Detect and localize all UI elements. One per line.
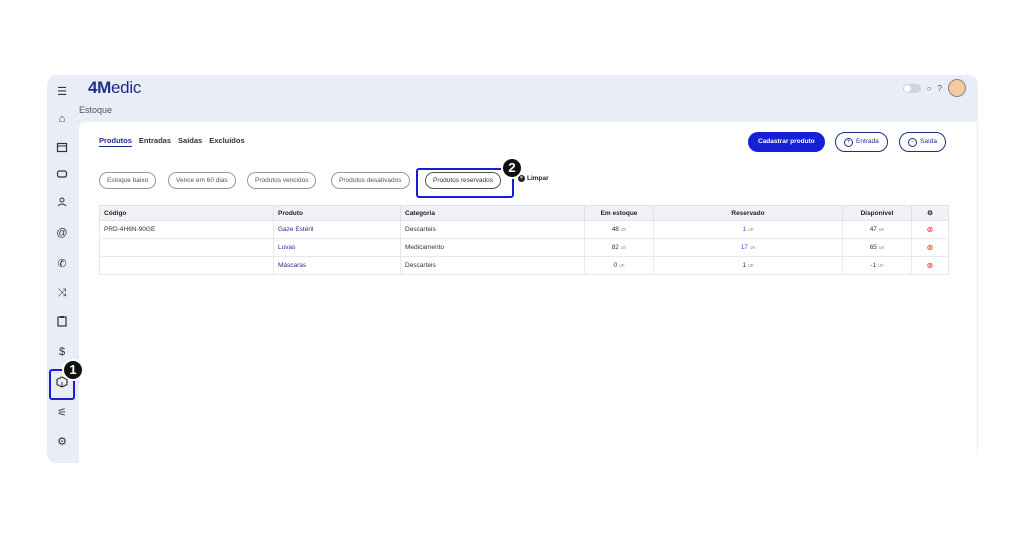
cell-product[interactable]: Luvas [273, 238, 401, 257]
col-code: Código [99, 205, 274, 221]
table-row[interactable]: PRD-4H6N-90GE Gaze Estéril Descarteis 48… [99, 220, 949, 239]
cell-available: 47 un [842, 220, 912, 239]
plus-icon: + [844, 137, 853, 147]
minus-icon: − [908, 137, 917, 147]
avatar[interactable] [948, 79, 966, 97]
cell-stock: 0 un [584, 256, 654, 275]
cell-action: ⊗ [911, 256, 949, 275]
clear-label: Limpar [527, 175, 549, 182]
cell-code [99, 238, 274, 257]
cell-stock: 82 un [584, 238, 654, 257]
cell-code: PRD-4H6N-90GE [99, 220, 274, 239]
tab-produtos[interactable]: Produtos [99, 136, 132, 147]
filter-deactivated[interactable]: Produtos desativados [331, 172, 410, 189]
cell-category: Medicamento [400, 238, 585, 257]
cell-available: -1 un [842, 256, 912, 275]
cell-action: ⊗ [911, 220, 949, 239]
table-row[interactable]: Máscaras Descarteis 0 un 1 un -1 un ⊗ [99, 256, 949, 275]
cell-reserved: 1 un [653, 220, 843, 239]
user-icon[interactable] [52, 192, 72, 212]
table-row[interactable]: Luvas Medicamento 82 un 17 un 65 un ⊗ [99, 238, 949, 257]
col-product: Produto [273, 205, 401, 221]
step-badge-1: 1 [62, 359, 84, 381]
tab-entradas[interactable]: Entradas [139, 136, 171, 147]
calendar-icon[interactable] [52, 137, 72, 157]
tab-excluidos[interactable]: Excluídos [209, 136, 244, 147]
menu-icon[interactable]: ☰ [52, 81, 72, 101]
col-available: Disponível [842, 205, 912, 221]
chat-icon[interactable]: ○ [927, 84, 932, 93]
remove-icon[interactable]: ⊗ [927, 243, 934, 252]
add-product-button[interactable]: Cadastrar produto [748, 132, 825, 152]
theme-toggle[interactable] [902, 83, 921, 93]
clear-filters-button[interactable]: × Limpar [518, 175, 549, 182]
gear-icon[interactable]: ⚙ [52, 431, 72, 451]
exit-button[interactable]: − Saída [899, 132, 946, 152]
table-header: Código Produto Categoria Em estoque Rese… [99, 205, 949, 221]
filter-expires-60[interactable]: Vence em 60 dias [168, 172, 236, 189]
clipboard-icon[interactable] [52, 311, 72, 331]
step-badge-2: 2 [501, 157, 523, 179]
exit-label: Saída [920, 138, 937, 145]
inbox-icon[interactable] [52, 164, 72, 184]
col-settings: ⚙ [911, 205, 949, 221]
cell-reserved: 17 un [653, 238, 843, 257]
cell-product[interactable]: Máscaras [273, 256, 401, 275]
phone-icon[interactable]: ✆ [52, 253, 72, 273]
app-window: ☰ ⌂ @ ✆ ⤨ $ ⚟ ⚙ 4Medic ○ ? Estoque Produ… [47, 75, 978, 463]
main-panel: Produtos Entradas Saídas Excluídos Cadas… [79, 122, 977, 463]
tabs: Produtos Entradas Saídas Excluídos [99, 136, 245, 147]
cell-stock: 48 un [584, 220, 654, 239]
filter-low-stock[interactable]: Estoque baixo [99, 172, 157, 189]
settings-icon[interactable]: ⚙ [927, 210, 933, 217]
cell-category: Descarteis [400, 220, 585, 239]
app-logo[interactable]: 4Medic [88, 78, 141, 98]
help-icon[interactable]: ? [938, 84, 942, 93]
cell-product[interactable]: Gaze Estéril [273, 220, 401, 239]
cell-action: ⊗ [911, 238, 949, 257]
filter-expired[interactable]: Produtos vencidos [247, 172, 317, 189]
cell-category: Descarteis [400, 256, 585, 275]
col-stock: Em estoque [584, 205, 654, 221]
highlight-reserved-filter [416, 168, 514, 198]
shuffle-icon[interactable]: ⤨ [52, 283, 72, 303]
col-category: Categoria [400, 205, 585, 221]
remove-icon[interactable]: ⊗ [927, 225, 934, 234]
products-table: Código Produto Categoria Em estoque Rese… [99, 205, 949, 275]
remove-icon[interactable]: ⊗ [927, 261, 934, 270]
home-icon[interactable]: ⌂ [52, 109, 72, 129]
top-icons: ○ ? [902, 79, 966, 97]
tab-saidas[interactable]: Saídas [178, 136, 202, 147]
breadcrumb: Estoque [79, 105, 113, 115]
cell-code [99, 256, 274, 275]
topbar: 4Medic ○ ? [77, 75, 978, 101]
sidebar: ☰ ⌂ @ ✆ ⤨ $ ⚟ ⚙ [47, 75, 77, 463]
at-icon[interactable]: @ [52, 223, 72, 243]
col-reserved: Reservado [653, 205, 843, 221]
entry-label: Entrada [856, 138, 879, 145]
chart-icon[interactable]: ⚟ [52, 402, 72, 422]
entry-button[interactable]: + Entrada [835, 132, 888, 152]
cell-available: 65 un [842, 238, 912, 257]
cell-reserved: 1 un [653, 256, 843, 275]
